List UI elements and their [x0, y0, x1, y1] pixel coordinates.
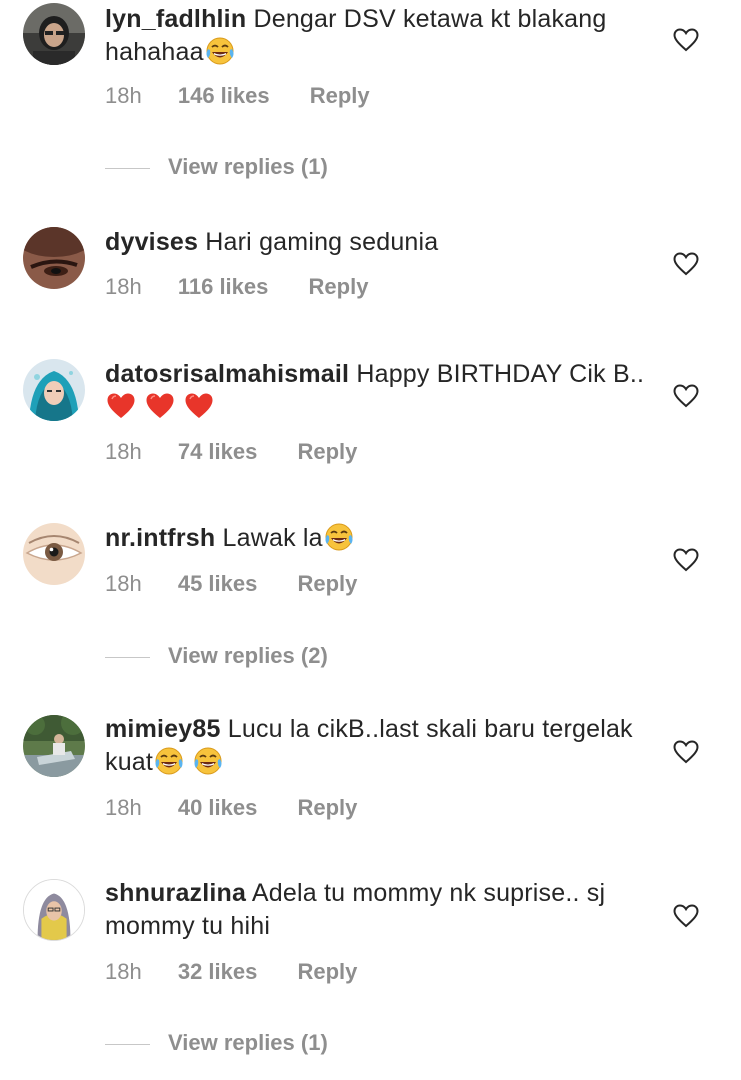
reply-button[interactable]: Reply — [310, 83, 370, 109]
avatar-photo — [23, 359, 85, 421]
comment-username[interactable]: mimiey85 — [105, 715, 221, 743]
reply-button[interactable]: Reply — [297, 795, 357, 821]
heart-outline-icon[interactable] — [673, 384, 699, 408]
comment-meta: 18h 74 likes Reply — [105, 439, 357, 465]
heart-outline-icon[interactable] — [673, 740, 699, 764]
view-replies-label: View replies (1) — [168, 1030, 328, 1055]
joy-emoji-icon — [153, 747, 185, 776]
comment-text: datosrisalmahismail Happy BIRTHDAY Cik B… — [105, 358, 645, 424]
comment-text: lyn_fadlhlin Dengar DSV ketawa kt blakan… — [105, 3, 645, 69]
comment-time: 18h — [105, 571, 142, 596]
comment-text: mimiey85 Lucu la cikB..last skali baru t… — [105, 713, 645, 779]
comment-meta: 18h 146 likes Reply — [105, 83, 370, 109]
red-heart-icon — [183, 392, 215, 421]
joy-emoji-icon — [323, 523, 355, 552]
view-replies-label: View replies (1) — [168, 154, 328, 179]
view-replies-divider — [105, 167, 150, 169]
view-replies-label: View replies (2) — [168, 643, 328, 668]
comment-text: shnurazlina Adela tu mommy nk suprise.. … — [105, 877, 645, 943]
heart-outline-icon[interactable] — [673, 28, 699, 52]
comment-likes[interactable]: 116 likes — [178, 274, 269, 300]
comment-likes[interactable]: 40 likes — [178, 795, 258, 821]
comment-body: Lawak la — [222, 524, 323, 552]
avatar-photo — [24, 880, 84, 940]
comment-text: nr.intfrsh Lawak la — [105, 522, 645, 555]
avatar-photo — [23, 227, 85, 289]
avatar[interactable] — [23, 3, 85, 65]
joy-emoji-icon — [204, 37, 236, 66]
comment-body: Hari gaming sedunia — [205, 228, 439, 256]
avatar[interactable] — [23, 523, 85, 585]
comment-meta: 18h 116 likes Reply — [105, 274, 368, 300]
avatar[interactable] — [23, 227, 85, 289]
comment-body: Happy BIRTHDAY Cik B.. — [356, 360, 645, 388]
view-replies-button[interactable]: View replies (2) — [105, 643, 328, 669]
joy-emoji-icon — [192, 747, 224, 776]
view-replies-divider — [105, 1043, 150, 1045]
avatar[interactable] — [23, 715, 85, 777]
comment-time: 18h — [105, 83, 142, 108]
avatar[interactable] — [23, 879, 85, 941]
reply-button[interactable]: Reply — [309, 274, 369, 300]
comment-meta: 18h 45 likes Reply — [105, 571, 357, 597]
comment-time: 18h — [105, 959, 142, 984]
heart-outline-icon[interactable] — [673, 904, 699, 928]
comment-likes[interactable]: 146 likes — [178, 83, 270, 109]
comment-likes[interactable]: 32 likes — [178, 959, 258, 985]
avatar-photo — [23, 3, 85, 65]
comment-time: 18h — [105, 274, 142, 299]
comment-username[interactable]: datosrisalmahismail — [105, 360, 349, 388]
reply-button[interactable]: Reply — [297, 959, 357, 985]
comment-meta: 18h 32 likes Reply — [105, 959, 357, 985]
reply-button[interactable]: Reply — [297, 571, 357, 597]
red-heart-icon — [105, 392, 137, 421]
view-replies-divider — [105, 656, 150, 658]
heart-outline-icon[interactable] — [673, 252, 699, 276]
comment-time: 18h — [105, 795, 142, 820]
comment-meta: 18h 40 likes Reply — [105, 795, 357, 821]
comment-text: dyvises Hari gaming sedunia — [105, 226, 645, 259]
comment-username[interactable]: nr.intfrsh — [105, 524, 215, 552]
avatar-photo — [23, 715, 85, 777]
view-replies-button[interactable]: View replies (1) — [105, 154, 328, 180]
comment-username[interactable]: lyn_fadlhlin — [105, 5, 246, 33]
comment-username[interactable]: shnurazlina — [105, 879, 246, 907]
comment-username[interactable]: dyvises — [105, 228, 198, 256]
comment-time: 18h — [105, 439, 142, 464]
avatar[interactable] — [23, 359, 85, 421]
comment-likes[interactable]: 74 likes — [178, 439, 258, 465]
heart-outline-icon[interactable] — [673, 548, 699, 572]
avatar-photo — [23, 523, 85, 585]
reply-button[interactable]: Reply — [297, 439, 357, 465]
red-heart-icon — [144, 392, 176, 421]
view-replies-button[interactable]: View replies (1) — [105, 1030, 328, 1056]
comment-likes[interactable]: 45 likes — [178, 571, 258, 597]
